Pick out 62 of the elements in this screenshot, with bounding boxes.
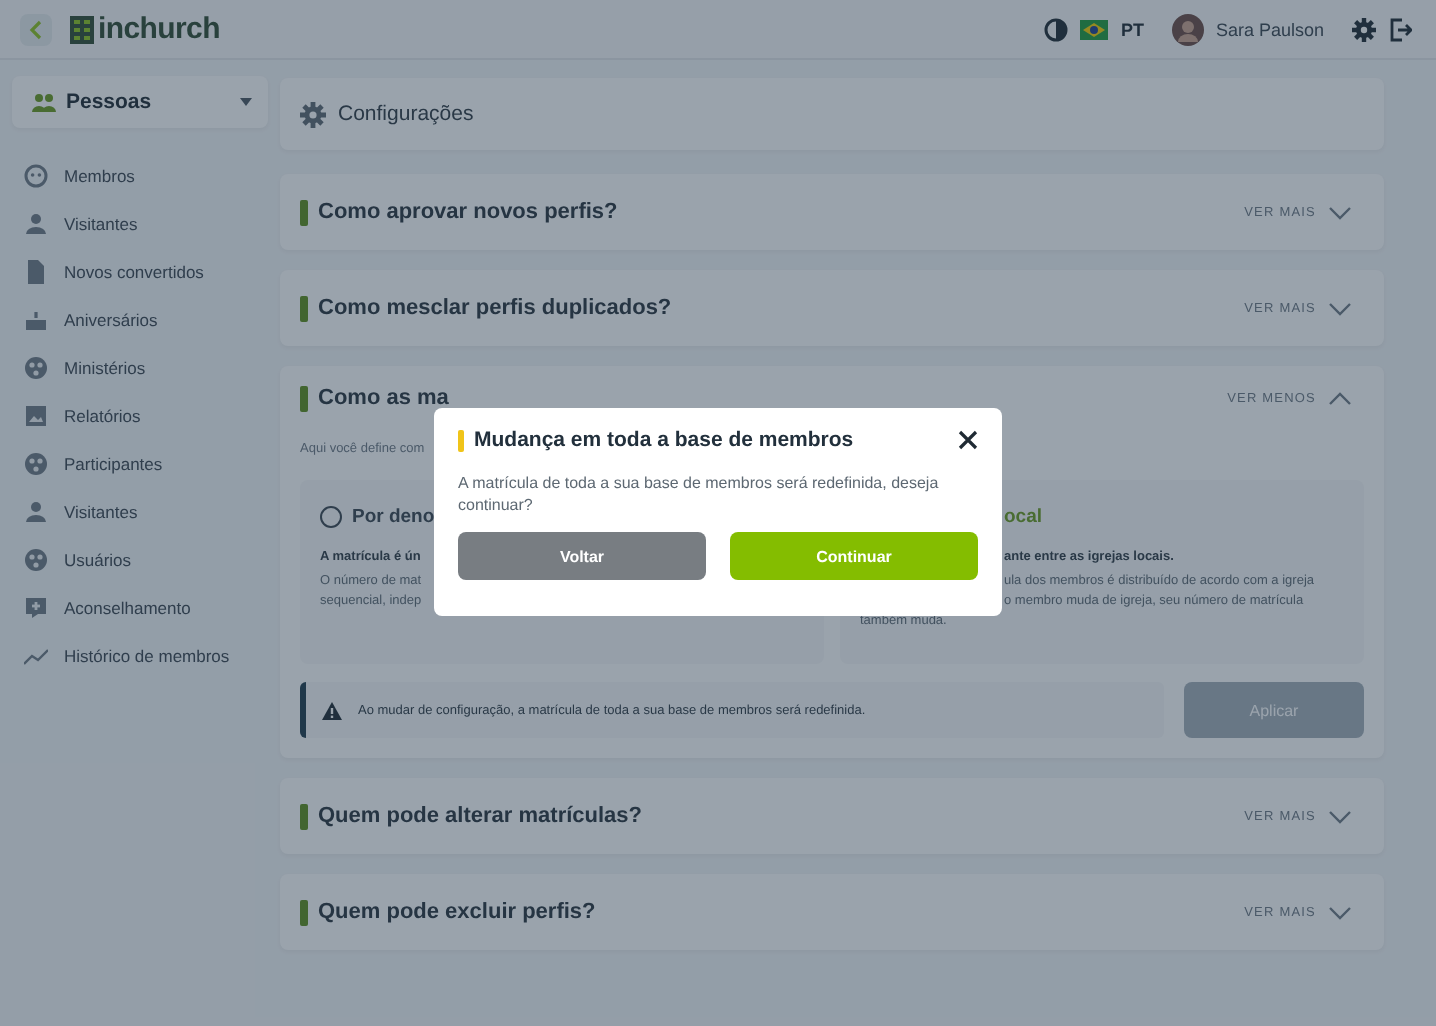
trend-icon — [24, 644, 48, 668]
sidebar-item[interactable]: Membros — [12, 152, 268, 200]
chevron-icon — [1328, 809, 1352, 823]
sidebar-title: Pessoas — [66, 90, 154, 114]
sidebar-item[interactable]: Relatórios — [12, 392, 268, 440]
section-title: Como mesclar perfis duplicados? — [318, 296, 672, 320]
avatar-icon — [1171, 13, 1204, 45]
flag-icon — [1080, 19, 1109, 39]
radio-button[interactable] — [320, 505, 342, 527]
section-title: Como aprovar novos perfis? — [318, 200, 618, 224]
chevron-icon — [1328, 391, 1352, 405]
accent-bar — [300, 199, 308, 225]
caret-icon — [240, 98, 252, 106]
sidebar-item[interactable]: Aniversários — [12, 296, 268, 344]
sidebar-item[interactable]: Histórico de membros — [12, 632, 268, 680]
sidebar-item[interactable]: Aconselhamento — [12, 584, 268, 632]
person-icon — [24, 212, 48, 236]
section-title: Quem pode excluir perfis? — [318, 900, 596, 924]
accent-bar — [458, 429, 464, 451]
section-title: Quem pode alterar matrículas? — [318, 804, 642, 828]
sidebar-item[interactable]: Ministérios — [12, 344, 268, 392]
chevron-left-icon — [28, 19, 44, 39]
globe-icon — [24, 356, 48, 380]
section-title: Como as ma — [318, 386, 449, 410]
image-icon — [24, 404, 48, 428]
option-title: ocal — [1002, 505, 1043, 527]
warning-icon — [322, 701, 342, 719]
sidebar-item[interactable]: Usuários — [12, 536, 268, 584]
accent-bar — [300, 899, 308, 925]
people-icon — [32, 92, 56, 112]
sidebar-dropdown[interactable]: Pessoas — [12, 76, 268, 128]
dialog-title: Mudança em toda a base de membros — [474, 428, 854, 452]
accent-bar — [300, 803, 308, 829]
continue-button[interactable]: Continuar — [730, 532, 978, 580]
chevron-icon — [1328, 301, 1352, 315]
globe-icon — [24, 548, 48, 572]
face-icon — [24, 164, 48, 188]
person-icon — [24, 500, 48, 524]
sidebar-item[interactable]: Novos convertidos — [12, 248, 268, 296]
contrast-icon[interactable] — [1044, 17, 1069, 41]
globe-icon — [24, 452, 48, 476]
page-title: Configurações — [338, 102, 474, 126]
chevron-icon — [1328, 205, 1352, 219]
back-button[interactable]: Voltar — [458, 532, 706, 580]
option-title: Por deno — [352, 505, 435, 527]
close-icon[interactable] — [958, 430, 978, 450]
accent-bar — [300, 295, 308, 321]
settings-icon — [300, 101, 326, 127]
chevron-icon — [1328, 905, 1352, 919]
language-label[interactable]: PT — [1120, 19, 1144, 39]
accent-bar — [300, 385, 308, 411]
sidebar-item[interactable]: Visitantes — [12, 488, 268, 536]
logout-icon[interactable] — [1388, 17, 1412, 41]
logo-icon — [70, 15, 94, 43]
settings-icon[interactable] — [1352, 17, 1376, 41]
sidebar-item[interactable]: Visitantes — [12, 200, 268, 248]
logo-text: inchurch — [98, 12, 220, 46]
document-icon — [24, 260, 48, 284]
sidebar-item[interactable]: Participantes — [12, 440, 268, 488]
user-name[interactable]: Sara Paulson — [1215, 19, 1324, 39]
cake-icon — [24, 308, 48, 332]
chat-icon — [24, 596, 48, 620]
